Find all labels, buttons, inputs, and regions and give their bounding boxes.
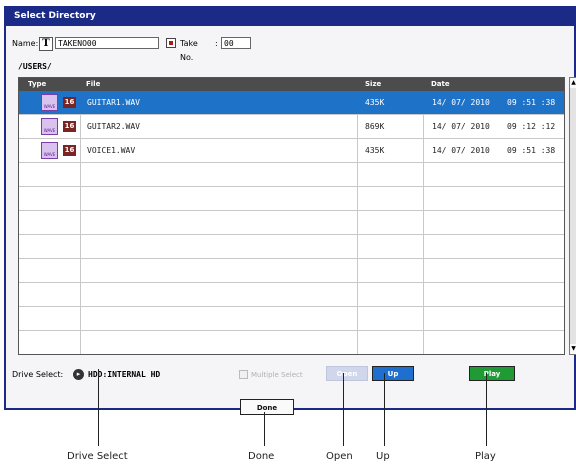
- wave-file-icon: [41, 94, 58, 111]
- file-row[interactable]: 16 GUITAR2.WAV 869K 14/ 07/ 2010 09 :12 :12: [19, 115, 564, 139]
- play-button[interactable]: Play: [469, 366, 515, 381]
- take-no-field[interactable]: 00: [221, 37, 251, 49]
- take-no-checkbox[interactable]: [166, 38, 176, 48]
- file-name: VOICE1.WAV: [87, 146, 136, 155]
- current-path: /USERS/: [18, 62, 52, 71]
- drive-select-callout: Drive Select: [67, 451, 128, 462]
- file-date: 14/ 07/ 2010: [432, 122, 490, 131]
- file-time: 09 :51 :38: [507, 98, 556, 107]
- file-date: 14/ 07/ 2010: [432, 98, 490, 107]
- up-button[interactable]: Up: [372, 366, 414, 381]
- empty-row[interactable]: [19, 235, 564, 259]
- empty-row[interactable]: [19, 211, 564, 235]
- empty-row[interactable]: [19, 163, 564, 187]
- scroll-up-arrow-icon[interactable]: ▲: [570, 78, 576, 88]
- file-list-header: Type File Size Date: [19, 78, 564, 91]
- take-no-colon: :: [215, 39, 218, 48]
- empty-row[interactable]: [19, 187, 564, 211]
- empty-row[interactable]: [19, 283, 564, 307]
- drive-select: Drive Select: ▸ HDD:INTERNAL HD: [12, 369, 160, 381]
- empty-row[interactable]: [19, 331, 564, 354]
- file-time: 09 :12 :12: [507, 122, 556, 131]
- take-no-label: Take No.: [180, 39, 198, 62]
- file-time: 09 :51 :38: [507, 146, 556, 155]
- play-callout: Play: [475, 451, 496, 462]
- file-name: GUITAR1.WAV: [87, 98, 140, 107]
- callout-line: [486, 373, 487, 446]
- dialog-title: Select Directory: [6, 6, 574, 26]
- done-callout: Done: [248, 451, 275, 462]
- file-list-scrollbar[interactable]: ▲ ▼: [569, 77, 576, 355]
- file-size: 869K: [365, 122, 385, 131]
- type-column-header[interactable]: Type: [28, 78, 46, 91]
- multiple-select-label: Multiple Select: [251, 371, 303, 379]
- callout-line: [343, 373, 344, 446]
- empty-row[interactable]: [19, 307, 564, 331]
- scroll-down-arrow-icon[interactable]: ▼: [570, 344, 576, 354]
- callout-line: [384, 373, 385, 446]
- date-column-header[interactable]: Date: [431, 78, 450, 91]
- callout-line: [264, 412, 265, 446]
- multiple-select-box[interactable]: [239, 370, 248, 379]
- file-size: 435K: [365, 98, 385, 107]
- wave-file-icon: [41, 142, 58, 159]
- wave-file-icon: [41, 118, 58, 135]
- name-label: Name:: [12, 39, 39, 48]
- file-size: 435K: [365, 146, 385, 155]
- name-field[interactable]: TAKENO00: [55, 37, 159, 49]
- size-column-header[interactable]: Size: [365, 78, 381, 91]
- bit-depth-badge: 16: [63, 97, 76, 108]
- empty-row[interactable]: [19, 259, 564, 283]
- open-callout: Open: [326, 451, 353, 462]
- text-edit-button[interactable]: T: [39, 37, 53, 51]
- callout-line: [98, 369, 99, 446]
- bit-depth-badge: 16: [63, 121, 76, 132]
- file-list: Type File Size Date 16 GUITAR1.WAV 435K 14/…: [18, 77, 565, 355]
- file-name: GUITAR2.WAV: [87, 122, 140, 131]
- done-button[interactable]: Done: [240, 399, 294, 415]
- file-date: 14/ 07/ 2010: [432, 146, 490, 155]
- select-directory-dialog: Select Directory Name: T TAKENO00 Take N…: [4, 6, 576, 415]
- drive-select-label: Drive Select:: [12, 370, 64, 379]
- drive-select-icon[interactable]: ▸: [73, 369, 84, 380]
- file-row[interactable]: 16 GUITAR1.WAV 435K 14/ 07/ 2010 09 :51 :38: [19, 91, 564, 115]
- file-column-header[interactable]: File: [86, 78, 100, 91]
- bit-depth-badge: 16: [63, 145, 76, 156]
- up-callout: Up: [376, 451, 390, 462]
- file-row[interactable]: 16 VOICE1.WAV 435K 14/ 07/ 2010 09 :51 :38: [19, 139, 564, 163]
- open-button[interactable]: Open: [326, 366, 368, 381]
